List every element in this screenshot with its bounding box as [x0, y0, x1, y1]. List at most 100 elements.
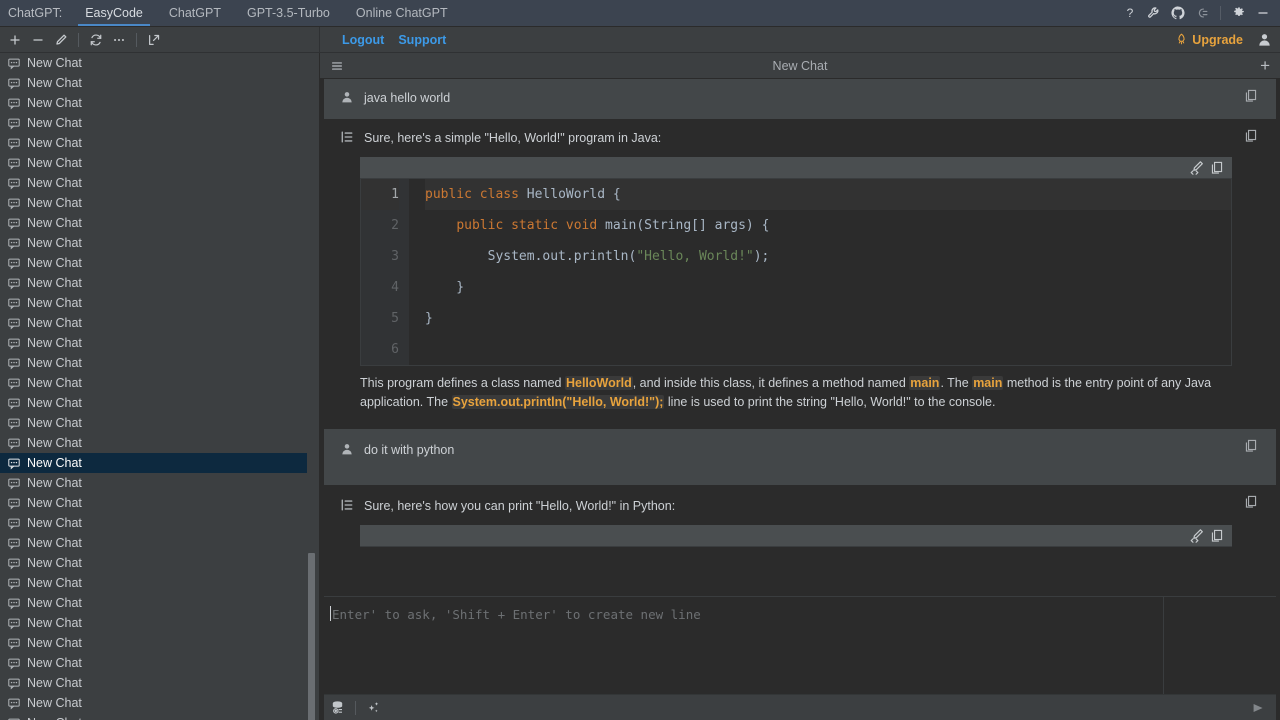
- help-icon[interactable]: ?: [1119, 2, 1141, 24]
- chat-bubble-icon: [7, 337, 21, 350]
- chat-bubble-icon: [7, 577, 21, 590]
- message-input-area: Enter' to ask, 'Shift + Enter' to create…: [324, 596, 1276, 720]
- sidebar-item-chat[interactable]: New Chat: [0, 53, 311, 73]
- message-input[interactable]: Enter' to ask, 'Shift + Enter' to create…: [324, 597, 1164, 694]
- message-text: do it with python: [364, 442, 455, 457]
- assistant-logo-icon: [340, 497, 356, 517]
- sidebar-item-chat[interactable]: New Chat: [0, 413, 311, 433]
- add-chat-button[interactable]: [4, 29, 26, 51]
- context-stack-icon[interactable]: [330, 700, 345, 715]
- sidebar-item-chat[interactable]: New Chat: [0, 233, 311, 253]
- sidebar-item-chat[interactable]: New Chat: [0, 93, 311, 113]
- minimize-icon[interactable]: [1252, 2, 1274, 24]
- sidebar-item-chat[interactable]: New Chat: [0, 333, 311, 353]
- sidebar-item-chat[interactable]: New Chat: [0, 293, 311, 313]
- sidebar-scrollbar-track[interactable]: [307, 53, 317, 720]
- code-line-number: 2: [391, 218, 399, 233]
- sidebar-item-label: New Chat: [27, 116, 82, 130]
- code-token: }: [425, 311, 433, 326]
- tab-chatgpt[interactable]: ChatGPT: [156, 0, 234, 26]
- sidebar-item-chat[interactable]: New Chat: [0, 253, 311, 273]
- sidebar-item-chat[interactable]: New Chat: [0, 593, 311, 613]
- sidebar-item-chat[interactable]: New Chat: [0, 113, 311, 133]
- sidebar-item-chat[interactable]: New Chat: [0, 553, 311, 573]
- copy-code-icon[interactable]: [1210, 160, 1224, 175]
- sidebar-item-chat[interactable]: New Chat: [0, 153, 311, 173]
- send-button[interactable]: [1250, 701, 1268, 715]
- sidebar-item-chat[interactable]: New Chat: [0, 273, 311, 293]
- sidebar-item-chat[interactable]: New Chat: [0, 373, 311, 393]
- inline-code: main: [909, 376, 941, 390]
- code-content[interactable]: 1 2 3 4 5 6 public class HelloWorld { public …: [360, 179, 1232, 366]
- tab-easycode[interactable]: EasyCode: [72, 0, 156, 26]
- avatar[interactable]: [1257, 32, 1272, 47]
- logout-link[interactable]: Logout: [342, 33, 384, 47]
- sidebar-item-chat[interactable]: New Chat: [0, 73, 311, 93]
- sidebar-item-chat[interactable]: New Chat: [0, 633, 311, 653]
- tab-online-chatgpt[interactable]: Online ChatGPT: [343, 0, 461, 26]
- sidebar-item-chat[interactable]: New Chat: [0, 513, 311, 533]
- sidebar-item-chat[interactable]: New Chat: [0, 193, 311, 213]
- new-chat-button[interactable]: +: [1260, 57, 1270, 74]
- sidebar-item-chat[interactable]: New Chat: [0, 493, 311, 513]
- sidebar-item-chat[interactable]: New Chat: [0, 653, 311, 673]
- chat-bubble-icon: [7, 657, 21, 670]
- sidebar-item-chat[interactable]: New Chat: [0, 393, 311, 413]
- inline-code: main: [972, 376, 1004, 390]
- sidebar-item-chat[interactable]: New Chat: [0, 693, 311, 713]
- wrench-icon[interactable]: [1143, 2, 1165, 24]
- copy-message-icon[interactable]: [1244, 438, 1258, 458]
- plug-icon[interactable]: [1191, 2, 1213, 24]
- copy-message-icon[interactable]: [1244, 128, 1258, 148]
- code-token: static: [511, 218, 566, 233]
- github-icon[interactable]: [1167, 2, 1189, 24]
- sidebar-item-label: New Chat: [27, 676, 82, 690]
- open-in-window-button[interactable]: [143, 29, 165, 51]
- chat-bubble-icon: [7, 317, 21, 330]
- refresh-button[interactable]: [85, 29, 107, 51]
- code-text[interactable]: public class HelloWorld { public static …: [409, 179, 1231, 365]
- support-link[interactable]: Support: [398, 33, 446, 47]
- code-token: System.out.println(: [425, 249, 637, 264]
- conversation[interactable]: java hello world Sure, here's a simple "…: [320, 79, 1280, 596]
- insert-code-icon[interactable]: [1189, 528, 1204, 543]
- sidebar-scrollbar-thumb[interactable]: [308, 553, 315, 720]
- copy-message-icon[interactable]: [1244, 494, 1258, 514]
- sidebar-item-chat[interactable]: New Chat: [0, 133, 311, 153]
- code-line-number: 1: [361, 179, 399, 210]
- magic-prompt-icon[interactable]: [366, 700, 381, 715]
- sidebar-item-chat[interactable]: New Chat: [0, 453, 311, 473]
- copy-code-icon[interactable]: [1210, 528, 1224, 543]
- sidebar-item-chat[interactable]: New Chat: [0, 613, 311, 633]
- sidebar-item-chat[interactable]: New Chat: [0, 673, 311, 693]
- sidebar-item-chat[interactable]: New Chat: [0, 173, 311, 193]
- inline-code: HelloWorld: [564, 376, 633, 390]
- sidebar-item-chat[interactable]: New Chat: [0, 533, 311, 553]
- sidebar-item-label: New Chat: [27, 96, 82, 110]
- gear-icon[interactable]: [1228, 2, 1250, 24]
- edit-chat-button[interactable]: [50, 29, 72, 51]
- more-options-button[interactable]: [108, 29, 130, 51]
- sidebar-item-label: New Chat: [27, 376, 82, 390]
- chat-list[interactable]: New Chat New Chat New Chat New Chat New Chat…: [0, 53, 311, 720]
- sidebar-item-label: New Chat: [27, 76, 82, 90]
- sidebar-item-chat[interactable]: New Chat: [0, 353, 311, 373]
- window-controls: ?: [1119, 0, 1280, 26]
- chat-title: New Chat: [772, 58, 828, 73]
- sidebar-item-chat[interactable]: New Chat: [0, 313, 311, 333]
- sidebar-item-label: New Chat: [27, 636, 82, 650]
- insert-code-icon[interactable]: [1189, 160, 1204, 175]
- copy-message-icon[interactable]: [1244, 88, 1258, 108]
- sidebar-item-chat[interactable]: New Chat: [0, 433, 311, 453]
- sidebar-item-chat[interactable]: New Chat: [0, 473, 311, 493]
- sidebar-item-chat[interactable]: New Chat: [0, 713, 311, 720]
- sidebar-item-chat[interactable]: New Chat: [0, 213, 311, 233]
- sidebar-item-label: New Chat: [27, 436, 82, 450]
- toolbar-divider: [136, 32, 137, 47]
- hamburger-menu-icon[interactable]: [330, 59, 344, 73]
- sidebar-item-chat[interactable]: New Chat: [0, 573, 311, 593]
- remove-chat-button[interactable]: [27, 29, 49, 51]
- upgrade-button[interactable]: Upgrade: [1175, 33, 1243, 47]
- tab-gpt35turbo[interactable]: GPT-3.5-Turbo: [234, 0, 343, 26]
